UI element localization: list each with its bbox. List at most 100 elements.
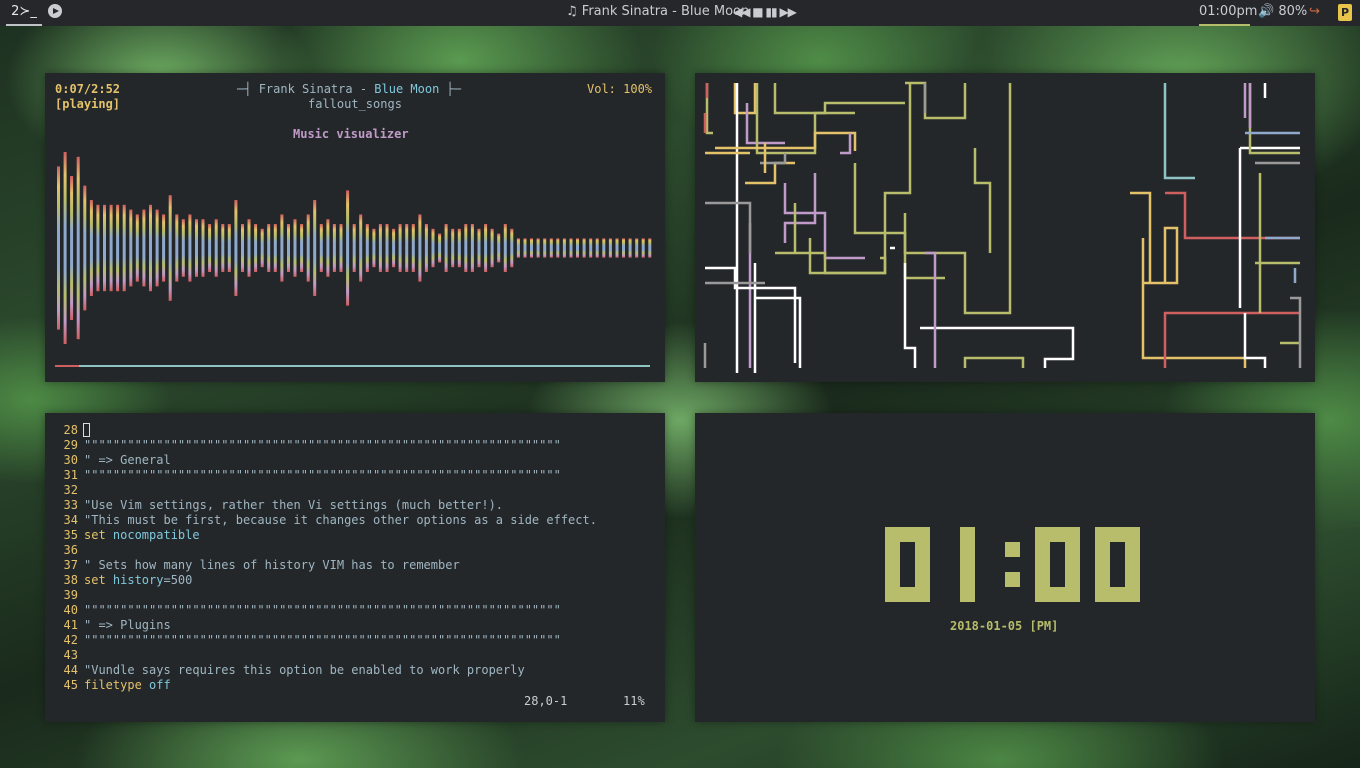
visualizer-bar — [641, 238, 645, 258]
player-state: [playing] — [55, 97, 121, 111]
visualizer-bar — [195, 219, 198, 277]
visualizer-bar — [365, 224, 369, 272]
line-number: 44 — [63, 663, 78, 677]
visualizer-bar — [510, 228, 514, 268]
song-title-line: ─┤ Frank Sinatra - Blue Moon ├─ — [237, 82, 461, 96]
line-number: 34 — [63, 513, 78, 527]
pipe-segment — [853, 163, 945, 280]
visualizer-bar — [576, 238, 579, 258]
clock-window[interactable]: 2018-01-05 [PM] — [695, 413, 1315, 722]
visualizer-bar — [405, 224, 409, 272]
code-line[interactable]: set nocompatible — [84, 528, 200, 542]
visualizer-bar — [287, 224, 290, 272]
visualizer-bar — [424, 224, 428, 272]
code-line[interactable]: "This must be first, because it changes … — [84, 513, 597, 527]
visualizer-title: Music visualizer — [293, 127, 409, 141]
visualizer-bar — [569, 238, 573, 258]
visualizer-bar — [385, 224, 389, 272]
code-line[interactable]: "Use Vim settings, rather then Vi settin… — [84, 498, 503, 512]
visualizer-bar — [293, 219, 297, 277]
visualizer-bar — [602, 238, 606, 258]
visualizer-bar — [444, 224, 448, 272]
visualizer-bar — [241, 224, 244, 272]
code-line[interactable]: """"""""""""""""""""""""""""""""""""""""… — [84, 468, 561, 482]
pipe-segment — [1163, 83, 1195, 180]
visualizer-bar — [595, 238, 599, 258]
panel-clock[interactable]: 01:00pm — [1199, 0, 1257, 26]
visualizer-bar — [470, 224, 474, 272]
title-deco-right: ├─ — [446, 82, 461, 96]
line-number: 41 — [63, 618, 78, 632]
pipe-segment — [808, 238, 887, 275]
play-icon[interactable] — [48, 4, 62, 18]
visualizer-bar — [464, 224, 468, 272]
code-line[interactable]: " => General — [84, 453, 171, 467]
code-line[interactable]: set history=500 — [84, 573, 192, 587]
visualizer-bar — [122, 204, 126, 292]
visualizer-bar — [188, 214, 192, 282]
pipe-segment — [963, 356, 1025, 368]
visualizer-bar — [201, 219, 205, 277]
line-number: 37 — [63, 558, 78, 572]
visualizer-bar — [181, 219, 185, 277]
visualizer-bar — [352, 224, 356, 272]
visualizer-bar — [70, 176, 74, 320]
visualizer-canvas — [57, 152, 652, 344]
code-line[interactable]: filetype off — [84, 678, 171, 692]
visualizer-bar — [418, 214, 422, 282]
visualizer-bar — [260, 228, 264, 268]
workspace-indicator[interactable]: 2≻_ — [6, 0, 42, 26]
title-deco-left: ─┤ — [237, 82, 252, 96]
visualizer-bar — [523, 238, 527, 258]
line-number: 45 — [63, 678, 78, 692]
music-player-window[interactable]: 0:07/2:52 [playing] ─┤ Frank Sinatra - B… — [45, 73, 665, 382]
pipe-segment — [1130, 191, 1179, 285]
visualizer-bar — [227, 224, 231, 272]
visualizer-bar — [267, 224, 271, 272]
line-number: 39 — [63, 588, 78, 602]
visualizer-bar — [175, 214, 179, 282]
code-line[interactable]: "Vundle says requires this option be ena… — [84, 663, 525, 677]
visualizer-bar — [457, 228, 461, 268]
pipe-segment — [920, 326, 1075, 368]
visualizer-bar — [214, 219, 218, 277]
pipes-window[interactable] — [695, 73, 1315, 382]
visualizer-bar — [622, 238, 625, 258]
visualizer-bar — [497, 233, 501, 263]
visualizer-bar — [438, 233, 442, 263]
visualizer-bar — [556, 238, 560, 258]
visualizer-bar — [149, 204, 152, 292]
visualizer-bar — [319, 224, 323, 272]
code-line[interactable]: """"""""""""""""""""""""""""""""""""""""… — [84, 438, 561, 452]
visualizer-bar — [490, 228, 494, 268]
visualizer-bar — [63, 152, 67, 344]
line-number: 42 — [63, 633, 78, 647]
code-line[interactable]: " => Plugins — [84, 618, 171, 632]
code-line[interactable]: """"""""""""""""""""""""""""""""""""""""… — [84, 603, 561, 617]
line-number: 32 — [63, 483, 78, 497]
text-cursor — [83, 423, 90, 437]
pipe-segment — [773, 83, 905, 115]
logout-icon[interactable]: ↪ — [1309, 0, 1320, 24]
line-number: 29 — [63, 438, 78, 452]
song-title: Blue Moon — [374, 82, 440, 96]
pipes-canvas — [703, 81, 1302, 373]
visualizer-bar — [332, 224, 336, 272]
visualizer-bar — [129, 209, 133, 287]
visualizer-bar — [273, 224, 277, 272]
visualizer-bar — [536, 238, 540, 258]
top-panel: 2≻_ ♫ Frank Sinatra - Blue Moon ◀◀ ■ ▮▮ … — [0, 0, 1360, 26]
code-line[interactable]: """"""""""""""""""""""""""""""""""""""""… — [84, 633, 561, 647]
visualizer-bar — [109, 204, 113, 292]
progress-track[interactable] — [55, 365, 650, 367]
volume-indicator[interactable]: 🔊 80% — [1258, 0, 1307, 24]
visualizer-bar — [628, 238, 632, 258]
media-controls[interactable]: ◀◀ ■ ▮▮ ▶▶ — [733, 0, 797, 24]
code-line[interactable]: " Sets how many lines of history VIM has… — [84, 558, 460, 572]
pipe-segment — [1141, 238, 1247, 368]
pipe-segment — [705, 201, 752, 253]
vim-editor-window[interactable]: 28 29 """"""""""""""""""""""""""""""""""""… — [45, 413, 665, 722]
now-playing-label[interactable]: ♫ Frank Sinatra - Blue Moon — [566, 0, 749, 24]
power-menu-icon[interactable]: P — [1338, 4, 1352, 21]
line-number: 36 — [63, 543, 78, 557]
